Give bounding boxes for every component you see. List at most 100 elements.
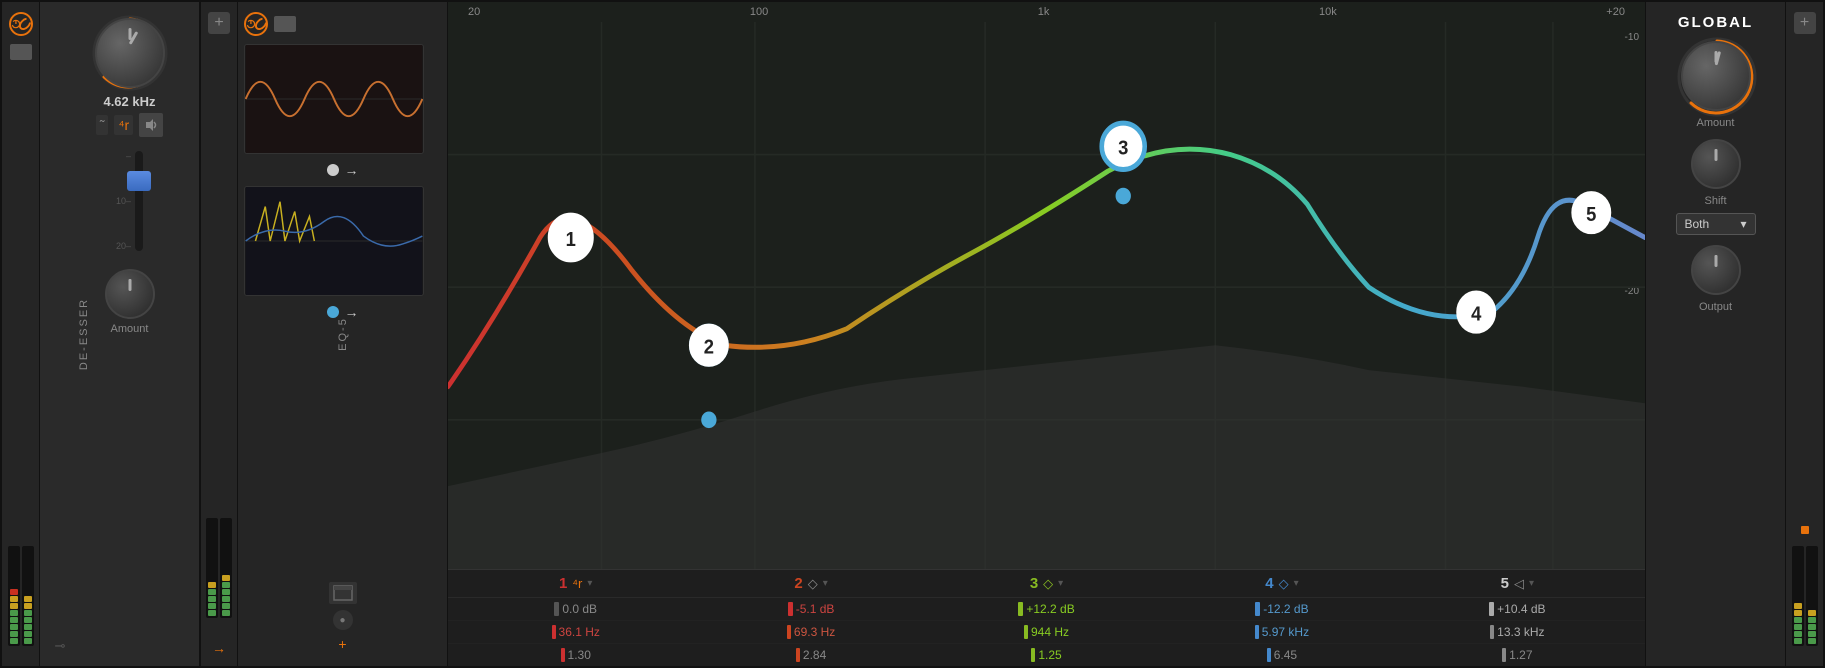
freq-row: 36.1 Hz 69.3 Hz 944 Hz 5.97 kHz 13.3 kHz [448, 621, 1645, 644]
vu-meter-left [8, 546, 20, 646]
band5-gain-cell: +10.4 dB [1400, 602, 1635, 616]
global-amount-knob[interactable] [1681, 41, 1751, 111]
band3-gain-value: +12.2 dB [1026, 602, 1074, 616]
filter-lowshelf-btn[interactable]: ˜ [96, 115, 109, 135]
band5-freq-value: 13.3 kHz [1497, 625, 1544, 639]
eq-thumbnail-top [244, 44, 424, 154]
eq-nav-top[interactable]: → [244, 158, 441, 182]
band3-q-cell: 1.25 [929, 648, 1164, 662]
global-shift-knob[interactable] [1691, 139, 1741, 189]
band5-gain-indicator [1489, 602, 1494, 616]
eq-display: 20 100 1k 10k +20 -10 -20 [448, 2, 1645, 666]
band3-q-value: 1.25 [1038, 648, 1061, 662]
band1-shape[interactable]: ⁴r [572, 576, 582, 591]
band3-gain-indicator [1018, 602, 1023, 616]
band3-freq-value: 944 Hz [1031, 625, 1069, 639]
band4-number[interactable]: 4 [1265, 575, 1273, 592]
band3-number[interactable]: 3 [1030, 575, 1038, 592]
band2-freq-cell: 69.3 Hz [693, 625, 928, 639]
fader-track[interactable] [135, 151, 143, 251]
amount-label: Amount [111, 323, 149, 335]
band5-header: 5 ◁ ▾ [1400, 575, 1635, 592]
band5-q-indicator [1502, 648, 1506, 662]
band3-q-indicator [1031, 648, 1035, 662]
band4-gain-indicator [1255, 602, 1260, 616]
both-selector[interactable]: Both ▾ [1676, 213, 1756, 235]
band2-dot[interactable] [701, 412, 716, 429]
band4-dropdown[interactable]: ▾ [1294, 578, 1299, 589]
gain-row: 0.0 dB -5.1 dB +12.2 dB -12.2 dB +10.4 d… [448, 598, 1645, 621]
band2-dropdown[interactable]: ▾ [823, 578, 828, 589]
eq-graph: 20 100 1k 10k +20 -10 -20 [448, 2, 1645, 569]
key-output-btn[interactable]: ⊸ [50, 636, 70, 656]
band2-freq-value: 69.3 Hz [794, 625, 835, 639]
add-right-btn[interactable]: + [1794, 12, 1816, 34]
eq-plus-btn[interactable]: + [338, 636, 346, 652]
svg-text:4: 4 [1471, 304, 1482, 326]
band2-freq-indicator [787, 625, 791, 639]
band5-q-value: 1.27 [1509, 648, 1532, 662]
eq-window-btn[interactable] [329, 582, 357, 604]
band3-shape[interactable]: ◇ [1043, 576, 1053, 592]
monitor-btn[interactable] [139, 113, 163, 137]
eq-thumbnail-bottom [244, 186, 424, 296]
eq-folder-btn[interactable] [274, 16, 296, 32]
band5-gain-value: +10.4 dB [1497, 602, 1545, 616]
arrow-right-btn[interactable]: → [212, 640, 226, 656]
band4-shape[interactable]: ◇ [1279, 576, 1289, 592]
band2-q-indicator [796, 648, 800, 662]
global-output-knob[interactable] [1691, 245, 1741, 295]
band4-q-cell: 6.45 [1164, 648, 1399, 662]
fader-thumb[interactable] [127, 171, 151, 191]
vu-meter-right [22, 546, 34, 646]
deesser-controls: 4.62 kHz ˜ ⁴r – 10– 20– [48, 10, 191, 335]
band1-freq-cell: 36.1 Hz [458, 625, 693, 639]
amount-knob-container: Amount [105, 269, 155, 335]
deesser-amount-knob[interactable] [105, 269, 155, 319]
band1-gain-value: 0.0 dB [562, 602, 597, 616]
global-output-label: Output [1699, 301, 1732, 313]
filter-controls: ˜ ⁴r [96, 113, 163, 137]
band1-dropdown[interactable]: ▾ [587, 578, 592, 589]
band4-q-value: 6.45 [1274, 648, 1297, 662]
vu-meter-output-right [1806, 546, 1818, 646]
band5-dropdown[interactable]: ▾ [1529, 578, 1534, 589]
band5-number[interactable]: 5 [1501, 575, 1509, 592]
eq-panel: EQ-5 → [238, 2, 448, 666]
eq-svg-graph: 1 2 3 4 5 [448, 22, 1645, 569]
band1-freq-indicator [552, 625, 556, 639]
band1-gain-indicator [554, 602, 559, 616]
nav-arrow-right[interactable]: → [345, 162, 359, 178]
band4-freq-indicator [1255, 625, 1259, 639]
band2-q-cell: 2.84 [693, 648, 928, 662]
frequency-display: 4.62 kHz [103, 94, 155, 109]
svg-text:5: 5 [1586, 204, 1597, 226]
band-headers-row: 1 ⁴r ▾ 2 ◇ ▾ 3 ◇ ▾ 4 [448, 570, 1645, 598]
main-container: DE-ESSER 4.62 kHz ˜ ⁴r [0, 0, 1825, 668]
deesser-label: DE-ESSER [78, 298, 90, 370]
add-left-btn[interactable]: + [208, 12, 230, 34]
both-label: Both [1685, 217, 1710, 231]
middle-strip-left: + → [200, 2, 238, 666]
band3-dropdown[interactable]: ▾ [1058, 578, 1063, 589]
eq-small-btn[interactable]: ● [333, 610, 353, 630]
vu-meter-mid-left [206, 518, 218, 618]
band1-number[interactable]: 1 [559, 575, 567, 592]
left-folder-button[interactable] [10, 44, 32, 60]
band2-shape[interactable]: ◇ [808, 576, 818, 592]
band2-header: 2 ◇ ▾ [693, 575, 928, 592]
both-dropdown-icon: ▾ [1740, 217, 1746, 231]
filter-highpass-btn[interactable]: ⁴r [114, 115, 133, 135]
vu-meter-mid-right [220, 518, 232, 618]
eq-power-btn[interactable] [244, 12, 268, 36]
global-shift-label: Shift [1704, 195, 1726, 207]
left-power-button[interactable] [9, 12, 33, 36]
band2-number[interactable]: 2 [794, 575, 802, 592]
band5-shape[interactable]: ◁ [1514, 576, 1524, 592]
deesser-frequency-knob[interactable] [95, 18, 165, 88]
nav-dot-white [327, 164, 339, 176]
global-panel: GLOBAL Amount Shift Both ▾ [1645, 2, 1785, 666]
band1-freq-value: 36.1 Hz [559, 625, 600, 639]
band2-gain-value: -5.1 dB [796, 602, 835, 616]
band1-q-value: 1.30 [568, 648, 591, 662]
